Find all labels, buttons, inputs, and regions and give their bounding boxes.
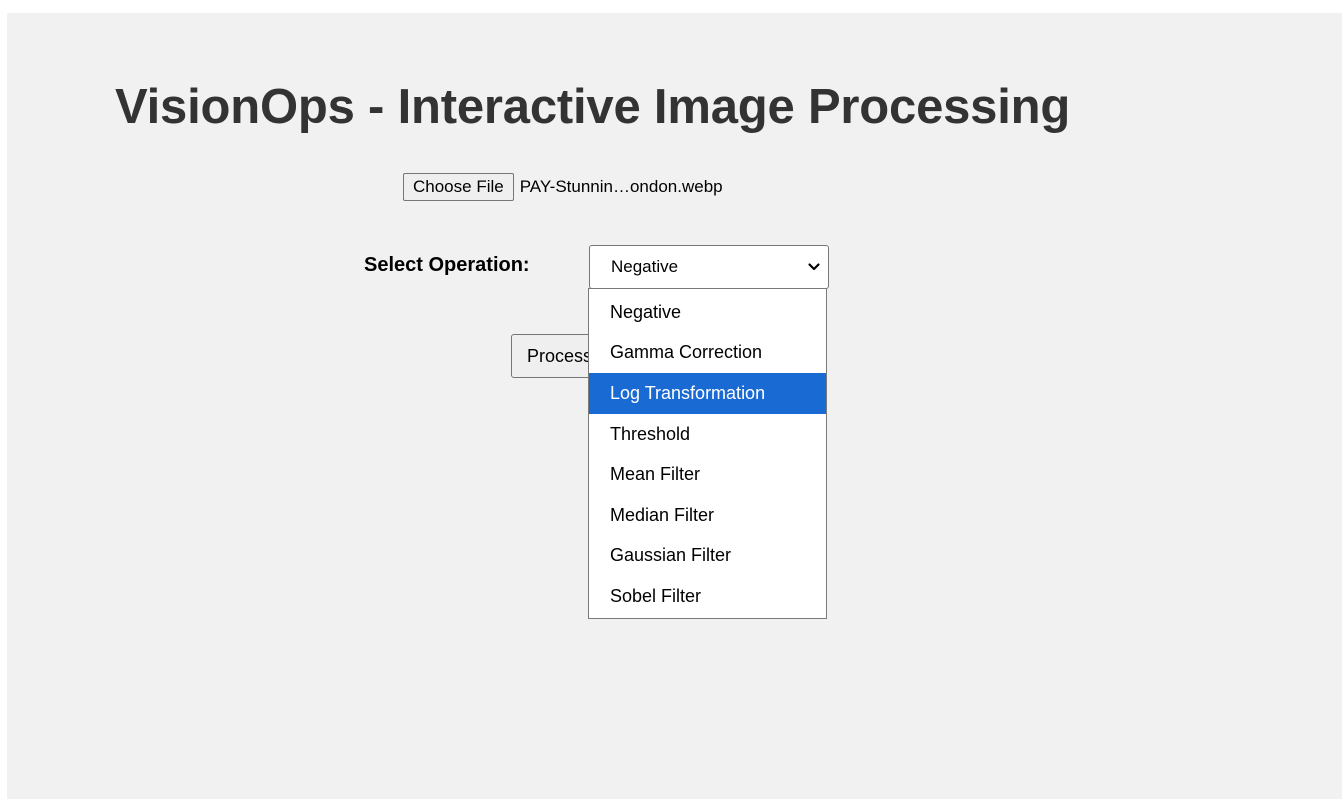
operation-dropdown-list: Negative Gamma Correction Log Transformati… bbox=[588, 288, 827, 619]
file-input[interactable]: Choose File PAY-Stunnin…ondon.webp bbox=[403, 172, 723, 201]
dropdown-option-mean-filter[interactable]: Mean Filter bbox=[589, 454, 826, 495]
dropdown-option-gamma-correction[interactable]: Gamma Correction bbox=[589, 333, 826, 374]
dropdown-option-gaussian-filter[interactable]: Gaussian Filter bbox=[589, 536, 826, 577]
operation-select[interactable]: Negative bbox=[589, 245, 829, 289]
select-operation-label: Select Operation: bbox=[364, 254, 530, 276]
chevron-down-icon bbox=[808, 263, 820, 271]
page-background: VisionOps - Interactive Image Processing… bbox=[7, 13, 1342, 799]
dropdown-option-negative[interactable]: Negative bbox=[589, 292, 826, 333]
dropdown-option-sobel-filter[interactable]: Sobel Filter bbox=[589, 576, 826, 617]
dropdown-option-log-transformation[interactable]: Log Transformation bbox=[589, 373, 826, 414]
dropdown-option-median-filter[interactable]: Median Filter bbox=[589, 495, 826, 536]
dropdown-option-threshold[interactable]: Threshold bbox=[589, 414, 826, 455]
file-name: PAY-Stunnin…ondon.webp bbox=[519, 176, 723, 196]
choose-file-button[interactable]: Choose File bbox=[403, 172, 514, 201]
page-title: VisionOps - Interactive Image Processing bbox=[115, 80, 1071, 134]
operation-select-value: Negative bbox=[611, 257, 679, 276]
